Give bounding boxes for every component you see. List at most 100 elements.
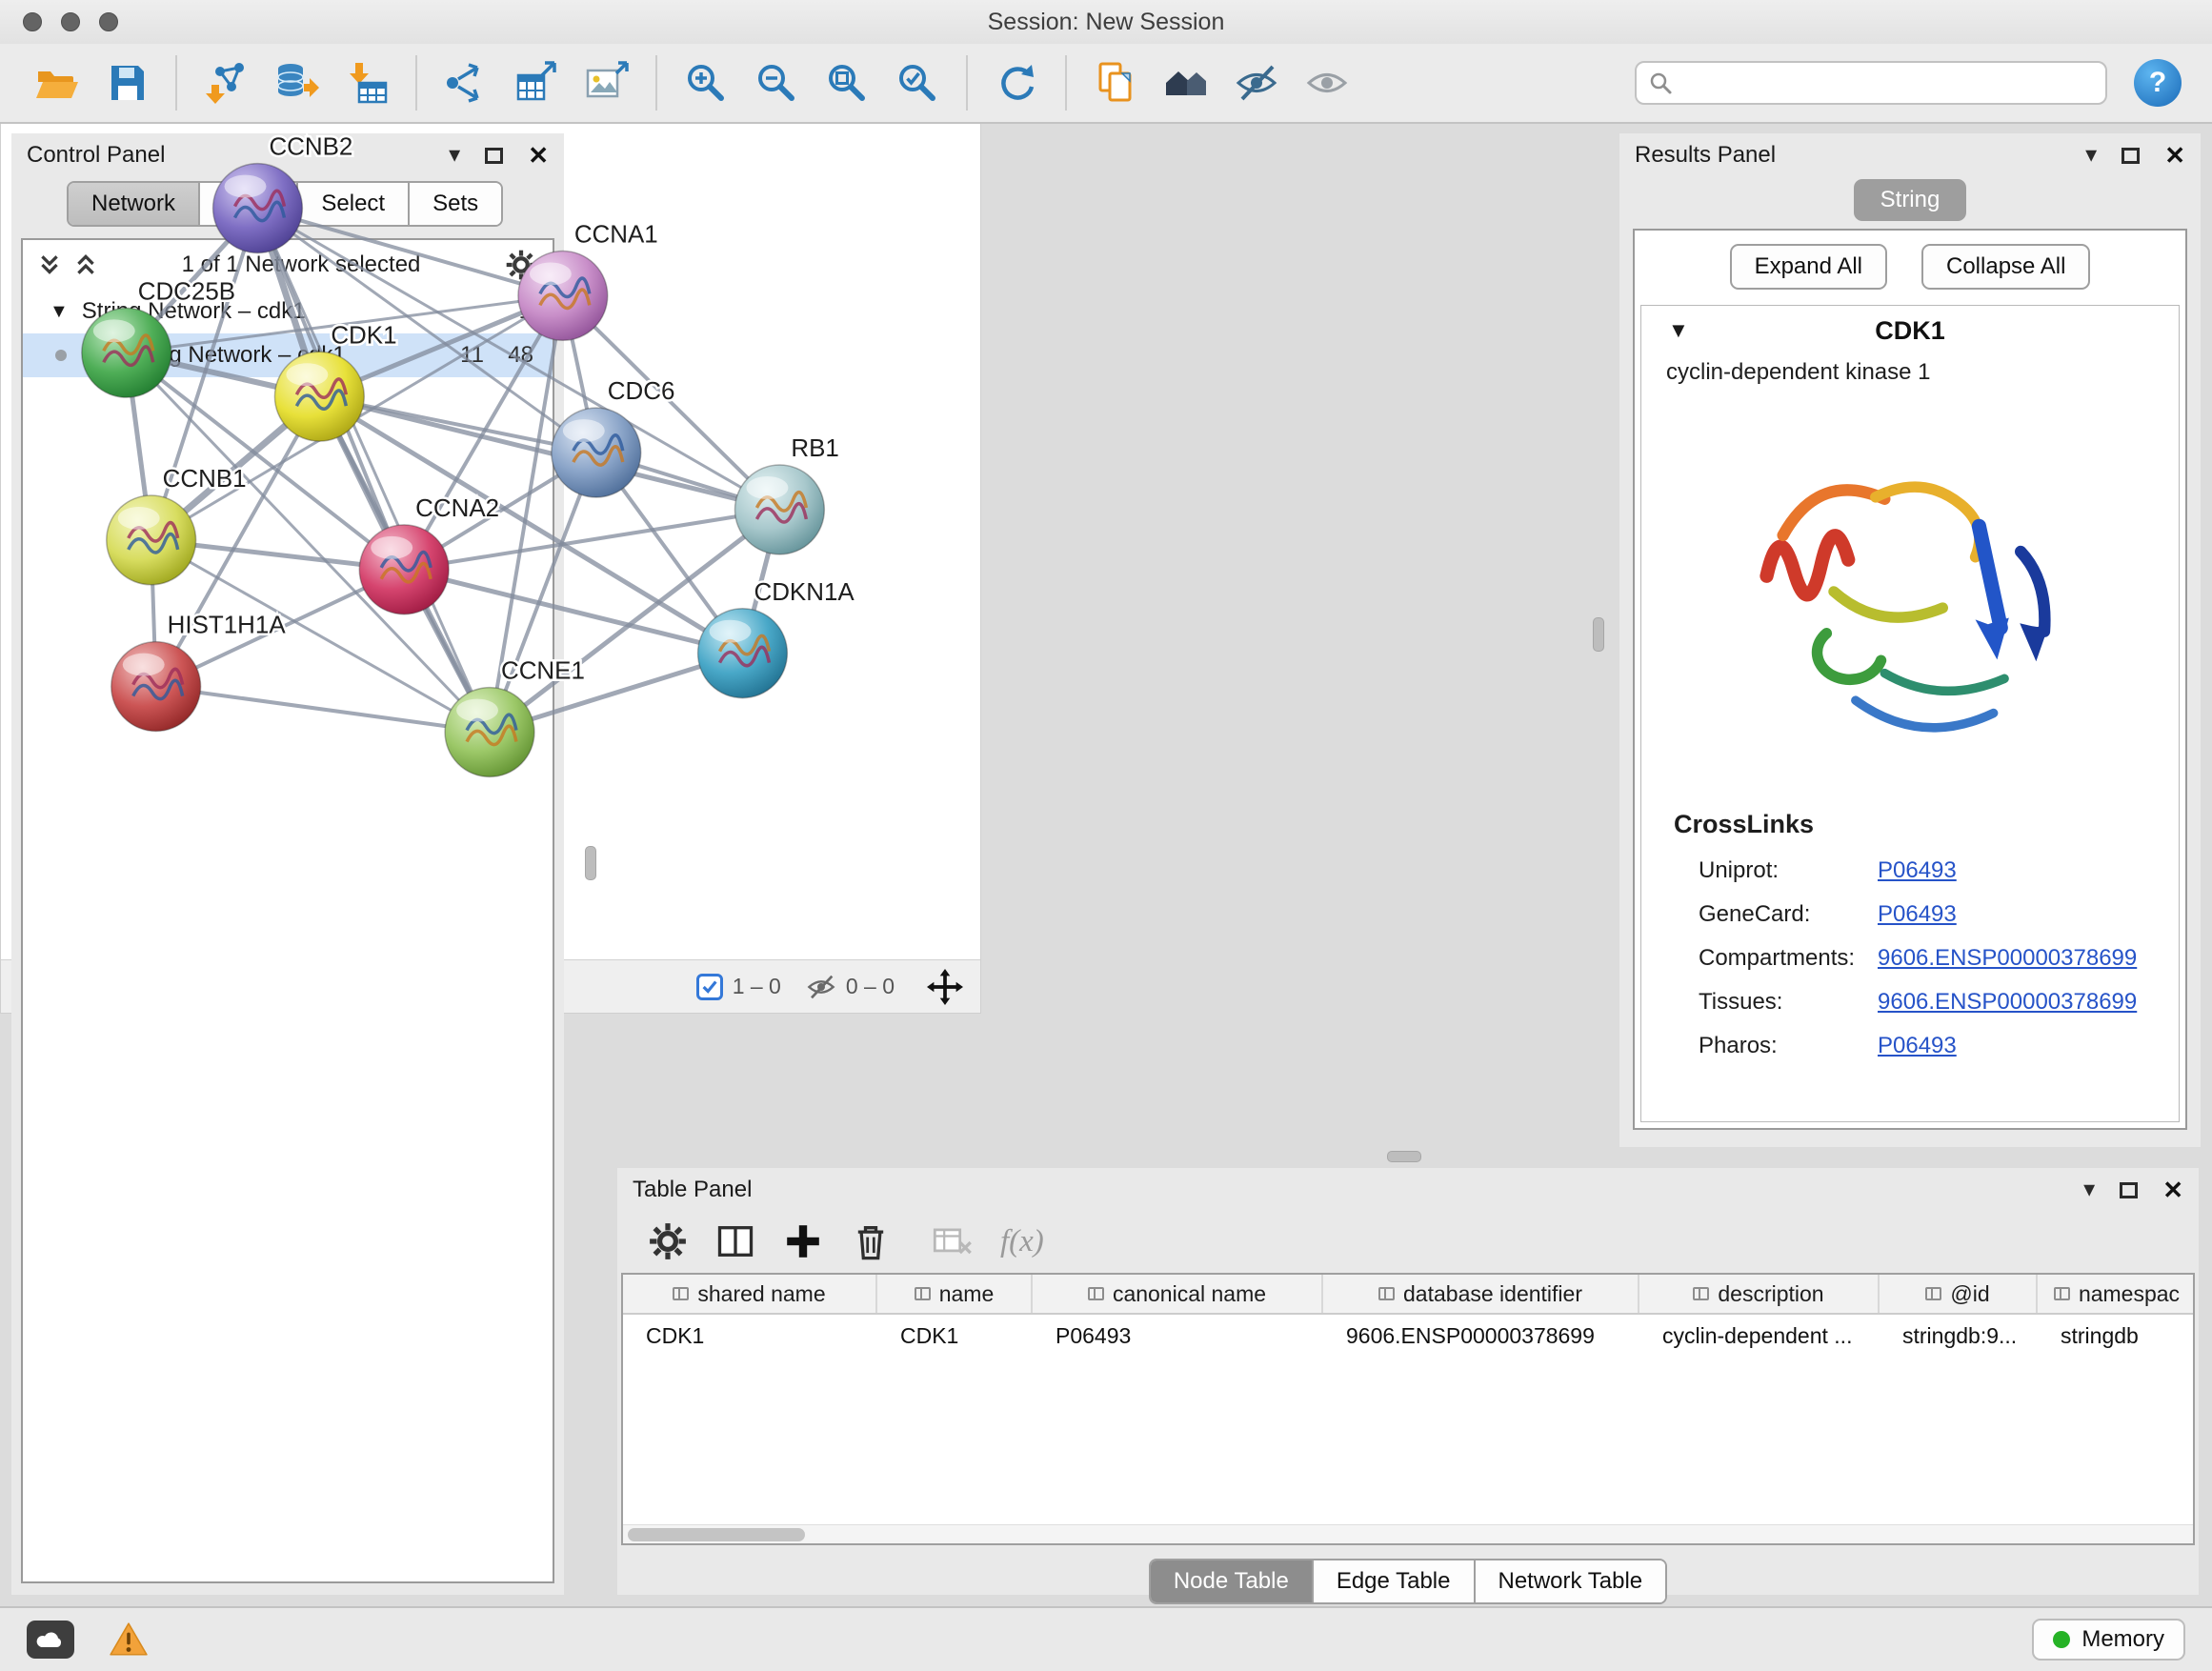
table-cell: stringdb:9...	[1880, 1323, 2038, 1349]
network-node-cdkn1a[interactable]: CDKN1A	[698, 579, 855, 698]
cloud-status-button[interactable]	[27, 1621, 74, 1659]
network-canvas[interactable]: CCNB2CCNA1CDC25BCDK1CDC6RB1CCNB1CCNA2CDK…	[1, 1, 980, 959]
delete-column-trash-icon[interactable]	[850, 1220, 892, 1262]
crosslink-link[interactable]: P06493	[1878, 857, 1957, 884]
network-node-cdc25b[interactable]: CDC25B	[82, 278, 235, 397]
crosslink-link[interactable]: 9606.ENSP00000378699	[1878, 945, 2137, 972]
node-label: CCNA1	[574, 222, 658, 249]
crosslink-label: Uniprot:	[1699, 857, 1878, 884]
table-cell: P06493	[1033, 1323, 1323, 1349]
table-settings-gear-icon[interactable]	[648, 1221, 688, 1261]
crosslink-link[interactable]: P06493	[1878, 1033, 1957, 1059]
table-cell: 9606.ENSP00000378699	[1323, 1323, 1639, 1349]
results-panel-minimize-icon[interactable]: ▾	[2085, 144, 2097, 167]
column-header-shared-name[interactable]: shared name	[623, 1275, 877, 1313]
network-node-ccna1[interactable]: CCNA1	[518, 222, 658, 341]
splitter-handle-right[interactable]	[1593, 617, 1604, 652]
protein-description: cyclin-dependent kinase 1	[1641, 359, 2179, 386]
results-panel-title: Results Panel	[1635, 142, 1776, 169]
eye-slash-icon	[1234, 60, 1279, 106]
memory-button[interactable]: Memory	[2032, 1619, 2185, 1661]
show-columns-icon[interactable]	[714, 1220, 756, 1262]
duplicate-button[interactable]	[1080, 50, 1151, 115]
results-panel-float-icon[interactable]	[2122, 148, 2140, 164]
selected-nodes-checkbox-icon[interactable]	[696, 974, 723, 1000]
table-cell: CDK1	[623, 1323, 877, 1349]
crosslink-label: GeneCard:	[1699, 901, 1878, 928]
protein-collapse-caret-icon[interactable]: ▼	[1668, 318, 1689, 343]
crosslink-row: Uniprot:P06493	[1641, 849, 2179, 893]
home-icon	[1163, 60, 1209, 106]
column-header--id[interactable]: @id	[1880, 1275, 2038, 1313]
results-panel: Results Panel ▾ ✕ String Expand All Coll…	[1619, 133, 2201, 1147]
table-cell: CDK1	[877, 1323, 1033, 1349]
results-tab-string[interactable]: String	[1854, 179, 1967, 221]
node-label: CDK1	[331, 322, 396, 349]
splitter-handle-left[interactable]	[585, 846, 596, 880]
crosslink-link[interactable]: P06493	[1878, 901, 1957, 928]
node-table: shared namenamecanonical namedatabase id…	[621, 1273, 2195, 1545]
splitter-handle-horizontal[interactable]	[1387, 1151, 1421, 1162]
node-label: CDC6	[608, 378, 675, 405]
protein-structure-image	[1719, 399, 2101, 780]
search-input[interactable]	[1682, 70, 2094, 96]
warnings-button[interactable]	[109, 1621, 149, 1658]
column-header-namespac[interactable]: namespac	[2038, 1275, 2195, 1313]
table-tab-network-table[interactable]: Network Table	[1476, 1560, 1666, 1602]
table-panel-float-icon[interactable]	[2120, 1182, 2138, 1198]
column-header-name[interactable]: name	[877, 1275, 1033, 1313]
table-header-row: shared namenamecanonical namedatabase id…	[623, 1275, 2193, 1315]
table-panel-close-icon[interactable]: ✕	[2162, 1178, 2183, 1202]
crosslink-row: Tissues:9606.ENSP00000378699	[1641, 980, 2179, 1024]
results-panel-close-icon[interactable]: ✕	[2164, 143, 2185, 168]
node-label: CCNB1	[163, 466, 247, 493]
hide-elements-button[interactable]	[1221, 50, 1292, 115]
clear-table-disabled-icon	[932, 1222, 974, 1260]
home-button[interactable]	[1151, 50, 1221, 115]
show-elements-button[interactable]	[1292, 50, 1362, 115]
pan-crosshair-icon[interactable]	[927, 969, 963, 1005]
network-edge[interactable]	[257, 209, 562, 296]
table-tab-node-table[interactable]: Node Table	[1151, 1560, 1314, 1602]
table-horizontal-scrollbar[interactable]	[623, 1524, 2193, 1543]
hidden-eye-slash-icon[interactable]	[806, 972, 836, 1002]
table-toolbar: f(x)	[617, 1212, 2199, 1271]
table-cell: cyclin-dependent ...	[1639, 1323, 1880, 1349]
network-node-hist1h1a[interactable]: HIST1H1A	[111, 613, 287, 732]
crosslink-link[interactable]: 9606.ENSP00000378699	[1878, 989, 2137, 1016]
table-panel-title: Table Panel	[633, 1177, 752, 1203]
help-button[interactable]: ?	[2134, 59, 2182, 107]
node-label: CCNB2	[269, 134, 352, 161]
table-cell: stringdb	[2038, 1323, 2195, 1349]
refresh-button[interactable]	[981, 50, 1052, 115]
column-header-canonical-name[interactable]: canonical name	[1033, 1275, 1323, 1313]
network-edge[interactable]	[257, 209, 490, 733]
table-row[interactable]: CDK1CDK1P064939606.ENSP00000378699cyclin…	[623, 1315, 2193, 1357]
cloud-icon	[35, 1629, 66, 1650]
column-header-database-identifier[interactable]: database identifier	[1323, 1275, 1639, 1313]
expand-all-button[interactable]: Expand All	[1730, 244, 1887, 290]
table-tab-edge-table[interactable]: Edge Table	[1314, 1560, 1476, 1602]
refresh-icon	[994, 60, 1039, 106]
crosslink-row: Pharos:P06493	[1641, 1024, 2179, 1068]
scrollbar-thumb[interactable]	[628, 1528, 805, 1541]
protein-detail-section: ▼ CDK1 cyclin-dependent kinase 1	[1640, 305, 2180, 1122]
network-edge[interactable]	[156, 687, 490, 733]
column-icon	[2054, 1287, 2070, 1300]
network-node-ccnb2[interactable]: CCNB2	[213, 134, 353, 253]
add-column-plus-icon[interactable]	[783, 1221, 823, 1261]
network-node-rb1[interactable]: RB1	[734, 435, 838, 554]
eye-icon	[1304, 60, 1350, 106]
network-graph[interactable]: CCNB2CCNA1CDC25BCDK1CDC6RB1CCNB1CCNA2CDK…	[1, 1, 980, 959]
table-panel-minimize-icon[interactable]: ▾	[2083, 1178, 2095, 1201]
search-icon	[1648, 70, 1673, 95]
node-label: CDKN1A	[754, 579, 855, 606]
crosslink-label: Tissues:	[1699, 989, 1878, 1016]
status-bar: Memory	[0, 1606, 2212, 1671]
column-header-description[interactable]: description	[1639, 1275, 1880, 1313]
network-node-cdk1[interactable]: CDK1	[274, 322, 396, 441]
crosslinks-list: Uniprot:P06493GeneCard:P06493Compartment…	[1641, 849, 2179, 1068]
collapse-all-button[interactable]: Collapse All	[1921, 244, 2090, 290]
duplicate-pages-icon	[1093, 60, 1138, 106]
network-edge[interactable]	[319, 396, 779, 510]
